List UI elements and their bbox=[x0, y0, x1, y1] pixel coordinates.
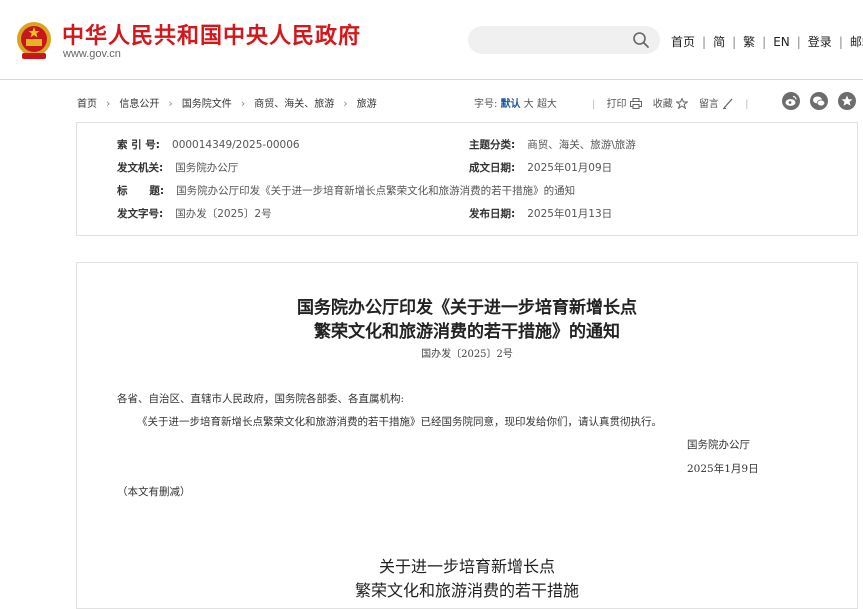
nav-traditional[interactable]: 繁 bbox=[743, 35, 755, 49]
meta-published-label: 发布日期: bbox=[469, 208, 516, 220]
font-size-label: 字号: bbox=[474, 99, 498, 110]
meta-title-value: 国务院办公厅印发《关于进一步培育新增长点繁荣文化和旅游消费的若干措施》的通知 bbox=[176, 185, 576, 197]
meta-index-value: 000014349/2025-00006 bbox=[172, 139, 300, 151]
comment-button[interactable]: 留言 bbox=[699, 98, 734, 110]
meta-published-date: 发布日期: 2025年01月13日 bbox=[469, 206, 612, 221]
meta-issuer: 发文机关: 国务院办公厅 bbox=[117, 160, 238, 175]
meta-subject-value: 商贸、海关、旅游\旅游 bbox=[527, 139, 636, 151]
document-salutation: 各省、自治区、直辖市人民政府，国务院各部委、各直属机构: bbox=[117, 393, 405, 405]
favorite-button[interactable]: 收藏 bbox=[653, 98, 688, 110]
nav-mail[interactable]: 邮箱 bbox=[850, 35, 863, 49]
nav-english[interactable]: EN bbox=[773, 35, 790, 49]
nav-home[interactable]: 首页 bbox=[671, 35, 695, 49]
star-share-icon bbox=[841, 95, 853, 106]
meta-docno: 发文字号: 国办发〔2025〕2号 bbox=[117, 206, 272, 221]
meta-index: 索 引 号: 000014349/2025-00006 bbox=[117, 137, 300, 152]
nav-simplified[interactable]: 简 bbox=[713, 35, 725, 49]
font-size-xlarge[interactable]: 超大 bbox=[537, 99, 557, 110]
document-signer: 国务院办公厅 bbox=[687, 439, 750, 451]
meta-published-value: 2025年01月13日 bbox=[527, 208, 613, 220]
meta-title: 标 题: 国务院办公厅印发《关于进一步培育新增长点繁荣文化和旅游消费的若干措施》的… bbox=[117, 183, 575, 198]
toolbar: | 打印 收藏 留言 | bbox=[592, 98, 749, 110]
breadcrumb-trade[interactable]: 商贸、海关、旅游 bbox=[254, 99, 334, 110]
meta-subject-label: 主题分类: bbox=[469, 139, 516, 151]
document-body: 国务院办公厅印发《关于进一步培育新增长点 繁荣文化和旅游消费的若干措施》的通知 … bbox=[76, 262, 858, 609]
meta-written-date: 成文日期: 2025年01月09日 bbox=[469, 160, 612, 175]
print-button[interactable]: 打印 bbox=[607, 98, 642, 110]
breadcrumb: 首页 › 信息公开 › 国务院文件 › 商贸、海关、旅游 › 旅游 bbox=[77, 97, 377, 110]
breadcrumb-tourism[interactable]: 旅游 bbox=[357, 99, 377, 110]
document-date: 2025年1月9日 bbox=[687, 463, 759, 475]
wechat-icon bbox=[813, 96, 826, 107]
document-note: （本文有删减） bbox=[117, 486, 191, 498]
measures-title-line-2: 繁荣文化和旅游消费的若干措施 bbox=[354, 581, 579, 600]
breadcrumb-state-docs[interactable]: 国务院文件 bbox=[182, 99, 232, 110]
star-share-button[interactable] bbox=[838, 92, 856, 110]
meta-title-label: 标 题: bbox=[117, 185, 165, 197]
font-size-large[interactable]: 大 bbox=[524, 99, 534, 110]
font-size-selector: 字号: 默认 大 超大 bbox=[474, 95, 557, 110]
weibo-icon bbox=[785, 95, 797, 106]
wechat-share-button[interactable] bbox=[810, 92, 828, 110]
nav-login[interactable]: 登录 bbox=[808, 35, 832, 49]
document-metadata: 索 引 号: 000014349/2025-00006 主题分类: 商贸、海关、旅游… bbox=[76, 122, 858, 236]
breadcrumb-info[interactable]: 信息公开 bbox=[119, 99, 159, 110]
document-number: 国办发〔2025〕2号 bbox=[421, 349, 513, 360]
meta-index-label: 索 引 号: bbox=[117, 139, 161, 151]
document-title-line-1: 国务院办公厅印发《关于进一步培育新增长点 bbox=[297, 298, 637, 318]
document-title-line-2: 繁荣文化和旅游消费的若干措施》的通知 bbox=[314, 322, 620, 342]
site-name[interactable]: 中华人民共和国中央人民政府 bbox=[62, 18, 361, 50]
meta-docno-value: 国办发〔2025〕2号 bbox=[175, 208, 272, 220]
site-header: 中华人民共和国中央人民政府 www.gov.cn 首页|简|繁|EN|登录|邮箱 bbox=[0, 0, 863, 80]
weibo-share-button[interactable] bbox=[782, 92, 800, 110]
national-emblem-icon[interactable] bbox=[14, 20, 54, 62]
header-divider bbox=[0, 79, 863, 80]
meta-issuer-label: 发文机关: bbox=[117, 162, 164, 174]
meta-issuer-value: 国务院办公厅 bbox=[175, 162, 239, 174]
printer-icon bbox=[629, 98, 642, 109]
site-url[interactable]: www.gov.cn bbox=[63, 48, 121, 60]
meta-docno-label: 发文字号: bbox=[117, 208, 164, 220]
star-icon bbox=[675, 98, 688, 109]
top-nav: 首页|简|繁|EN|登录|邮箱 bbox=[671, 33, 863, 50]
measures-title-line-1: 关于进一步培育新增长点 bbox=[378, 557, 555, 576]
meta-subject: 主题分类: 商贸、海关、旅游\旅游 bbox=[469, 137, 636, 152]
breadcrumb-home[interactable]: 首页 bbox=[77, 99, 97, 110]
meta-written-value: 2025年01月09日 bbox=[527, 162, 613, 174]
search-icon[interactable] bbox=[632, 31, 650, 49]
meta-written-label: 成文日期: bbox=[469, 162, 516, 174]
font-size-default[interactable]: 默认 bbox=[501, 99, 521, 110]
document-paragraph: 《关于进一步培育新增长点繁荣文化和旅游消费的若干措施》已经国务院同意，现印发给你… bbox=[137, 416, 662, 428]
search-input[interactable] bbox=[468, 26, 660, 54]
pencil-icon bbox=[722, 98, 733, 109]
